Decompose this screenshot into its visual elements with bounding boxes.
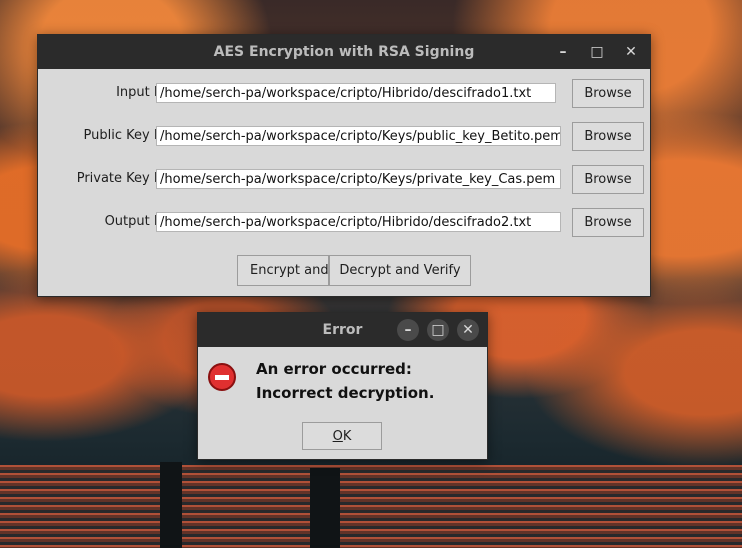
main-window: AES Encryption with RSA Signing – □ ✕ In…: [37, 34, 651, 297]
browse-output-button[interactable]: Browse: [572, 208, 644, 237]
public-key-field[interactable]: /home/serch-pa/workspace/cripto/Keys/pub…: [156, 126, 561, 146]
minimize-icon[interactable]: –: [552, 41, 574, 63]
public-key-row: Public Key File: /home/serch-pa/workspac…: [38, 122, 650, 152]
close-icon[interactable]: ✕: [457, 319, 479, 341]
output-file-field[interactable]: /home/serch-pa/workspace/cripto/Hibrido/…: [156, 212, 561, 232]
private-key-field[interactable]: /home/serch-pa/workspace/cripto/Keys/pri…: [156, 169, 561, 189]
browse-public-key-button[interactable]: Browse: [572, 122, 644, 151]
browse-private-key-button[interactable]: Browse: [572, 165, 644, 194]
background-post: [160, 462, 182, 548]
close-icon[interactable]: ✕: [620, 41, 642, 63]
error-icon: [208, 363, 236, 391]
private-key-row: Private Key File: /home/serch-pa/workspa…: [38, 165, 650, 195]
error-message: An error occurred: Incorrect decryption.: [256, 360, 435, 402]
minimize-icon[interactable]: –: [397, 319, 419, 341]
error-dialog: Error – □ ✕ An error occurred: Incorrect…: [197, 312, 488, 460]
background-water: [0, 465, 742, 548]
error-titlebar: Error – □ ✕: [198, 313, 487, 347]
ok-mnemonic: O: [332, 428, 343, 444]
input-file-field[interactable]: /home/serch-pa/workspace/cripto/Hibrido/…: [156, 83, 556, 103]
main-titlebar: AES Encryption with RSA Signing – □ ✕: [38, 35, 650, 69]
ok-button[interactable]: OK: [302, 422, 382, 450]
background-post: [310, 468, 340, 548]
decrypt-and-verify-button[interactable]: Decrypt and Verify: [329, 255, 471, 286]
browse-input-button[interactable]: Browse: [572, 79, 644, 108]
output-file-row: Output File: /home/serch-pa/workspace/cr…: [38, 208, 650, 238]
encrypt-and-sign-button[interactable]: Encrypt and: [237, 255, 329, 286]
ok-label: K: [342, 428, 352, 444]
maximize-icon[interactable]: □: [427, 319, 449, 341]
maximize-icon[interactable]: □: [586, 41, 608, 63]
main-window-title: AES Encryption with RSA Signing: [213, 44, 475, 60]
input-file-row: Input File: /home/serch-pa/workspace/cri…: [38, 79, 650, 109]
error-body: An error occurred: Incorrect decryption.…: [198, 347, 487, 459]
error-dialog-title: Error: [322, 322, 363, 338]
